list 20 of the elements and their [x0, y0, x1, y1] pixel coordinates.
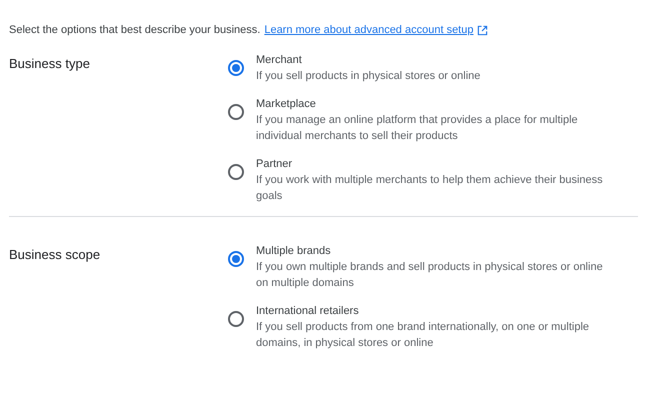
option-description: If you work with multiple merchants to help them achieve their business goals — [256, 173, 604, 204]
section-label: Business type — [9, 55, 91, 73]
radio-button[interactable] — [228, 251, 244, 267]
radio-button[interactable] — [228, 164, 244, 180]
option-description: If you own multiple brands and sell products in physical stores or online on multiple domains — [256, 260, 604, 291]
radio-button[interactable] — [228, 104, 244, 120]
option-title: International retailers — [256, 304, 360, 319]
option-title: Multiple brands — [256, 244, 332, 259]
external-link-icon — [477, 24, 488, 36]
option-description: If you sell products in physical stores or online — [256, 69, 482, 84]
option-title: Partner — [256, 157, 294, 172]
radio-button[interactable] — [228, 311, 244, 327]
option-description: If you manage an online platform that provides a place for multiple individual merchants to sell their products — [256, 113, 579, 144]
learn-more-link[interactable]: Learn more about advanced account setup — [264, 22, 474, 38]
option-title: Marketplace — [256, 97, 317, 112]
option-description: If you sell products from one brand internationally, on one or multiple domains, in physical stores or online — [256, 320, 590, 351]
option-title: Merchant — [256, 53, 303, 68]
radio-button[interactable] — [228, 60, 244, 76]
intro-text: Select the options that best describe your business. — [9, 23, 260, 38]
section-label: Business scope — [9, 246, 102, 264]
